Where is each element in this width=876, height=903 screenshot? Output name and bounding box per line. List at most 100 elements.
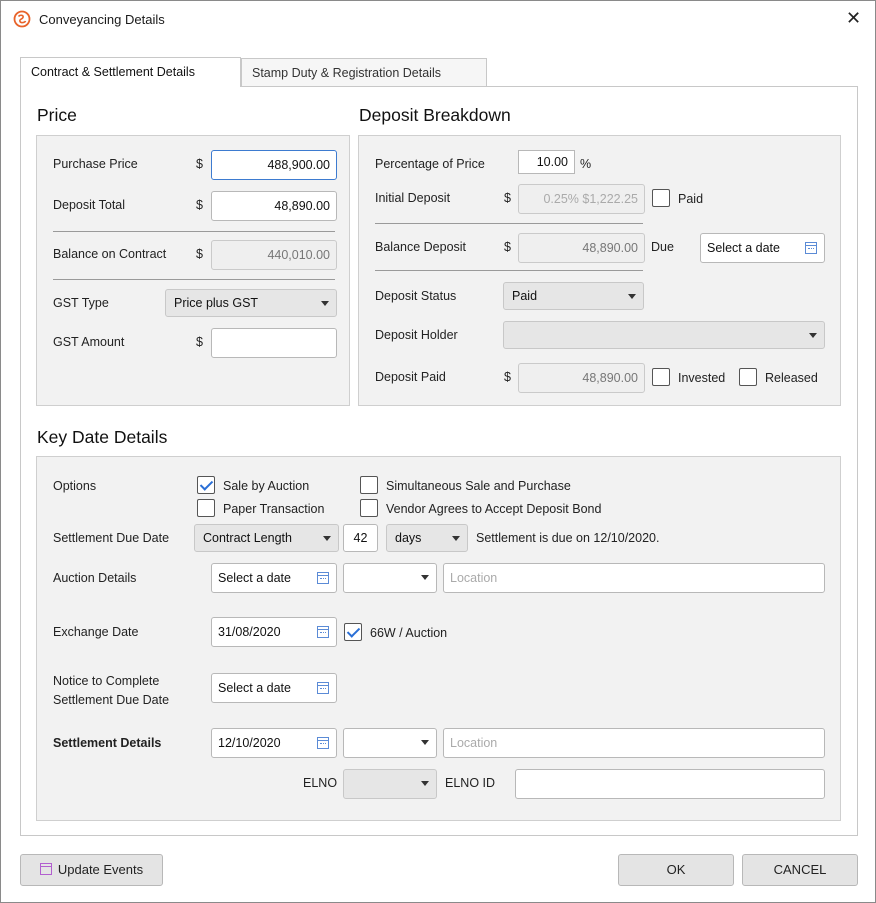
notice-label-line1: Notice to Complete xyxy=(53,674,160,688)
notice-date-picker[interactable]: Select a date xyxy=(211,673,337,703)
chevron-down-icon xyxy=(421,740,429,745)
chevron-down-icon xyxy=(321,301,329,306)
calendar-icon[interactable] xyxy=(317,737,329,749)
invested-checkbox[interactable] xyxy=(652,368,670,386)
paid-label: Paid xyxy=(678,192,704,206)
currency-symbol: $ xyxy=(196,247,203,261)
divider xyxy=(375,223,643,224)
update-events-label: Update Events xyxy=(57,862,144,877)
purchase-price-input[interactable]: 488,900.00 xyxy=(211,150,337,180)
settlement-time-select[interactable] xyxy=(343,728,437,758)
gst-type-label: GST Type xyxy=(53,296,109,310)
key-dates-section-title: Key Date Details xyxy=(37,427,168,447)
options-label: Options xyxy=(53,479,97,493)
contract-length-value: Contract Length xyxy=(203,531,292,545)
days-unit-select[interactable]: days xyxy=(386,524,468,552)
due-label: Due xyxy=(651,240,674,254)
ok-button[interactable]: OK xyxy=(618,854,734,886)
elno-label: ELNO xyxy=(303,776,338,790)
chevron-down-icon xyxy=(628,294,636,299)
initial-deposit-label: Initial Deposit xyxy=(375,191,451,205)
initial-deposit-field: 0.25% $1,222.25 xyxy=(518,184,645,214)
purchase-price-label: Purchase Price xyxy=(53,157,138,171)
settlement-date-picker[interactable]: 12/10/2020 xyxy=(211,728,337,758)
sale-by-auction-label: Sale by Auction xyxy=(223,479,310,493)
paper-transaction-checkbox[interactable] xyxy=(197,499,215,517)
elno-select[interactable] xyxy=(343,769,437,799)
released-checkbox[interactable] xyxy=(739,368,757,386)
app-logo-icon xyxy=(13,10,31,28)
gst-type-select[interactable]: Price plus GST xyxy=(165,289,337,317)
tab-stamp-duty-registration[interactable]: Stamp Duty & Registration Details xyxy=(241,58,487,86)
deposit-total-input[interactable]: 48,890.00 xyxy=(211,191,337,221)
deposit-section-title: Deposit Breakdown xyxy=(359,105,511,125)
divider xyxy=(53,279,335,280)
exchange-date-label: Exchange Date xyxy=(53,625,139,639)
settlement-details-label: Settlement Details xyxy=(53,736,162,750)
deposit-status-select[interactable]: Paid xyxy=(503,282,644,310)
chevron-down-icon xyxy=(323,536,331,541)
due-date-value: Select a date xyxy=(707,241,780,255)
settlement-due-label: Settlement Due Date xyxy=(53,531,170,545)
cancel-button[interactable]: CANCEL xyxy=(742,854,858,886)
paid-checkbox[interactable] xyxy=(652,189,670,207)
66w-auction-checkbox[interactable] xyxy=(344,623,362,641)
released-label: Released xyxy=(765,371,818,385)
auction-date-picker[interactable]: Select a date xyxy=(211,563,337,593)
deposit-holder-label: Deposit Holder xyxy=(375,328,458,342)
invested-label: Invested xyxy=(678,371,726,385)
simultaneous-label: Simultaneous Sale and Purchase xyxy=(386,479,571,493)
balance-deposit-label: Balance Deposit xyxy=(375,240,467,254)
divider xyxy=(53,231,335,232)
gst-amount-input[interactable] xyxy=(211,328,337,358)
close-icon[interactable]: ✕ xyxy=(846,8,861,29)
simultaneous-checkbox[interactable] xyxy=(360,476,378,494)
due-date-picker[interactable]: Select a date xyxy=(700,233,825,263)
update-events-button[interactable]: Update Events xyxy=(20,854,163,886)
days-count-input[interactable]: 42 xyxy=(343,524,378,552)
settlement-location-input[interactable]: Location xyxy=(443,728,825,758)
percentage-label: Percentage of Price xyxy=(375,157,485,171)
vendor-bond-checkbox[interactable] xyxy=(360,499,378,517)
calendar-icon xyxy=(39,863,52,875)
calendar-icon[interactable] xyxy=(317,626,329,638)
chevron-down-icon xyxy=(809,333,817,338)
calendar-icon[interactable] xyxy=(805,242,817,254)
settlement-date-value: 12/10/2020 xyxy=(218,736,281,750)
divider xyxy=(375,270,643,271)
currency-symbol: $ xyxy=(196,198,203,212)
deposit-paid-field: 48,890.00 xyxy=(518,363,645,393)
balance-contract-field: 440,010.00 xyxy=(211,240,337,270)
sale-by-auction-checkbox[interactable] xyxy=(197,476,215,494)
days-unit-value: days xyxy=(395,531,422,545)
66w-auction-label: 66W / Auction xyxy=(370,626,448,640)
deposit-holder-select[interactable] xyxy=(503,321,825,349)
paper-transaction-label: Paper Transaction xyxy=(223,502,325,516)
gst-type-value: Price plus GST xyxy=(174,296,259,310)
settlement-note: Settlement is due on 12/10/2020. xyxy=(476,531,660,545)
elno-id-label: ELNO ID xyxy=(445,776,496,790)
percentage-input[interactable]: 10.00 xyxy=(518,150,575,174)
auction-date-value: Select a date xyxy=(218,571,291,585)
exchange-date-picker[interactable]: 31/08/2020 xyxy=(211,617,337,647)
chevron-down-icon xyxy=(421,575,429,580)
deposit-status-value: Paid xyxy=(512,289,538,303)
tab-contract-settlement[interactable]: Contract & Settlement Details xyxy=(20,57,241,87)
currency-symbol: $ xyxy=(504,240,511,254)
exchange-date-value: 31/08/2020 xyxy=(218,625,281,639)
auction-time-select[interactable] xyxy=(343,563,437,593)
contract-length-select[interactable]: Contract Length xyxy=(194,524,339,552)
chevron-down-icon xyxy=(421,781,429,786)
notice-label-line2: Settlement Due Date xyxy=(53,693,170,707)
percent-sign: % xyxy=(580,157,592,171)
currency-symbol: $ xyxy=(196,157,203,171)
balance-contract-label: Balance on Contract xyxy=(53,247,167,261)
notice-date-value: Select a date xyxy=(218,681,291,695)
gst-amount-label: GST Amount xyxy=(53,335,125,349)
calendar-icon[interactable] xyxy=(317,572,329,584)
deposit-total-label: Deposit Total xyxy=(53,198,126,212)
elno-id-input[interactable] xyxy=(515,769,825,799)
auction-location-input[interactable]: Location xyxy=(443,563,825,593)
deposit-status-label: Deposit Status xyxy=(375,289,457,303)
calendar-icon[interactable] xyxy=(317,682,329,694)
